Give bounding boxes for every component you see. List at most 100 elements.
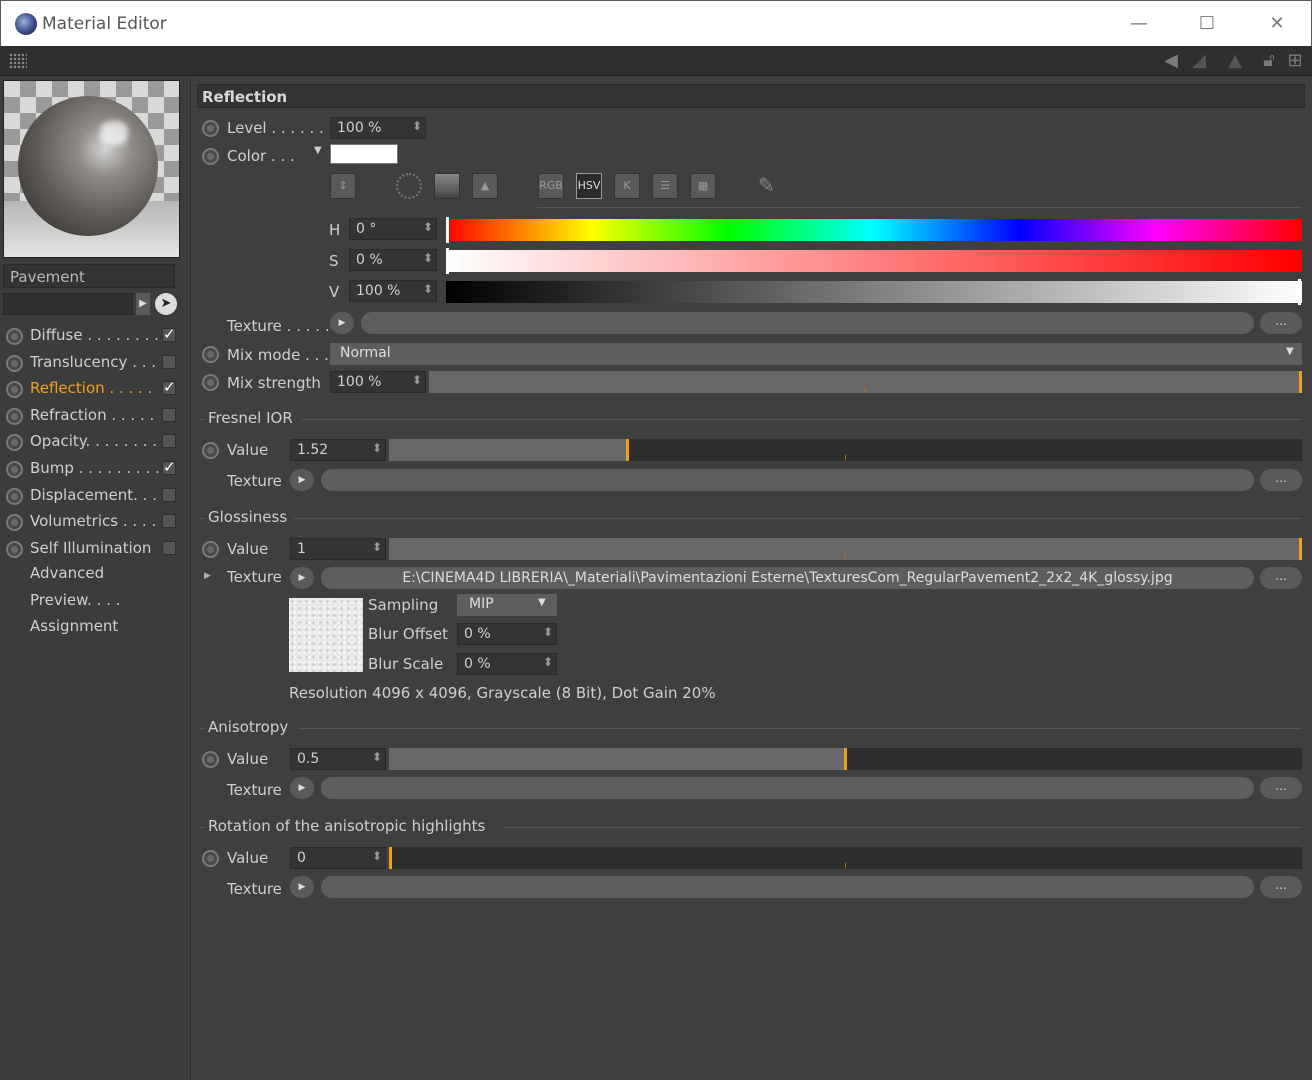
color-swatch[interactable]: [330, 144, 398, 164]
rotation-texture-field[interactable]: [321, 876, 1254, 898]
channel-checkbox[interactable]: [162, 354, 176, 369]
forward-arrow-icon[interactable]: ▲: [1224, 50, 1246, 72]
channel-radio[interactable]: [6, 434, 23, 452]
image-picker-icon[interactable]: ▲: [472, 173, 498, 199]
hue-slider-handle[interactable]: [446, 217, 449, 243]
mix-mode-select[interactable]: Normal: [330, 343, 1302, 365]
slider-handle[interactable]: [1299, 538, 1302, 560]
blur-scale-field[interactable]: 0 %: [457, 653, 557, 675]
glossiness-texture-play-icon[interactable]: ▶: [290, 567, 314, 589]
channel-checkbox[interactable]: [162, 540, 176, 555]
channel-item[interactable]: Bump . . . . . . . . . ✓: [4, 457, 182, 481]
value-field[interactable]: 100 %: [349, 280, 437, 302]
slider-handle[interactable]: [626, 439, 629, 461]
glossiness-value-field[interactable]: 1: [290, 538, 386, 560]
hsv-toggle[interactable]: HSV: [576, 173, 602, 199]
channel-checkbox[interactable]: [162, 407, 176, 422]
anisotropy-texture-browse-button[interactable]: ...: [1260, 777, 1302, 799]
slider-handle[interactable]: [1299, 371, 1302, 393]
hue-field[interactable]: 0 °: [349, 218, 437, 240]
fresnel-value-field[interactable]: 1.52: [290, 439, 386, 461]
anisotropy-texture-field[interactable]: [321, 777, 1254, 799]
minimize-button[interactable]: —: [1119, 9, 1159, 39]
mix-mode-animate-radio[interactable]: [202, 346, 219, 363]
channel-radio[interactable]: [6, 487, 23, 505]
texture-thumbnail[interactable]: [289, 598, 363, 672]
channel-checkbox[interactable]: ✓: [162, 380, 176, 396]
color-spectrum-box-icon[interactable]: [434, 173, 460, 199]
hue-slider[interactable]: [446, 219, 1302, 241]
level-field[interactable]: 100 %: [330, 117, 426, 139]
fresnel-texture-play-icon[interactable]: ▶: [290, 469, 314, 491]
rotation-slider[interactable]: [389, 847, 1302, 869]
channel-item[interactable]: Volumetrics . . . .: [4, 510, 182, 534]
up-arrow-icon[interactable]: ◢: [1188, 50, 1210, 72]
fresnel-texture-field[interactable]: [321, 469, 1254, 491]
channel-item[interactable]: Refraction . . . . .: [4, 404, 182, 428]
close-button[interactable]: ✕: [1257, 9, 1297, 39]
filter-arrow-icon[interactable]: ▶: [136, 293, 150, 315]
color-texture-field[interactable]: [361, 312, 1254, 334]
channel-item[interactable]: Self Illumination: [4, 537, 182, 561]
channel-item[interactable]: Translucency . . .: [4, 351, 182, 375]
color-spectrum-icon[interactable]: ⇕: [330, 173, 356, 199]
channel-radio[interactable]: [6, 540, 23, 558]
channel-item[interactable]: Opacity. . . . . . . .: [4, 430, 182, 454]
channel-radio[interactable]: [6, 514, 23, 532]
lock-icon[interactable]: 🔓︎: [1258, 50, 1280, 72]
channel-radio[interactable]: [6, 354, 23, 372]
channel-checkbox[interactable]: ✓: [162, 327, 176, 342]
level-animate-radio[interactable]: [202, 120, 219, 137]
fresnel-slider[interactable]: [389, 439, 1302, 461]
pick-cursor-icon[interactable]: ➤: [155, 293, 177, 315]
material-preview[interactable]: [3, 80, 180, 258]
expand-arrow-icon[interactable]: ▶: [204, 571, 211, 581]
channel-radio[interactable]: [6, 461, 23, 478]
fresnel-animate-radio[interactable]: [202, 442, 219, 459]
anisotropy-slider[interactable]: [389, 748, 1302, 770]
rotation-animate-radio[interactable]: [202, 850, 219, 867]
channel-checkbox[interactable]: ✓: [162, 460, 176, 475]
channel-item[interactable]: Reflection . . . . . ✓: [4, 377, 182, 401]
nav-assignment[interactable]: Assignment: [30, 617, 118, 635]
channel-radio[interactable]: [6, 407, 23, 425]
value-slider[interactable]: [446, 281, 1302, 303]
rotation-value-field[interactable]: 0: [290, 847, 386, 869]
color-wheel-icon[interactable]: [396, 173, 422, 199]
eyedropper-icon[interactable]: ✎: [758, 173, 775, 197]
color-texture-play-icon[interactable]: ▶: [330, 312, 354, 334]
filter-input[interactable]: [3, 293, 133, 315]
maximize-button[interactable]: ☐: [1187, 9, 1227, 39]
mix-strength-animate-radio[interactable]: [202, 374, 219, 391]
grip-icon[interactable]: [9, 53, 27, 69]
kelvin-toggle[interactable]: K: [614, 173, 640, 199]
anisotropy-texture-play-icon[interactable]: ▶: [290, 777, 314, 799]
channel-item[interactable]: Diffuse . . . . . . . . ✓: [4, 324, 182, 348]
sampling-chevron-down-icon[interactable]: ▼: [538, 597, 546, 608]
glossiness-animate-radio[interactable]: [202, 541, 219, 558]
channel-checkbox[interactable]: [162, 487, 176, 502]
saturation-slider[interactable]: [446, 250, 1302, 272]
anisotropy-animate-radio[interactable]: [202, 751, 219, 768]
glossiness-texture-browse-button[interactable]: ...: [1260, 567, 1302, 589]
glossiness-texture-path[interactable]: E:\CINEMA4D LIBRERIA\_Materiali\Paviment…: [321, 567, 1254, 589]
glossiness-slider[interactable]: [389, 538, 1302, 560]
nav-preview[interactable]: Preview. . . .: [30, 591, 120, 609]
fresnel-texture-browse-button[interactable]: ...: [1260, 469, 1302, 491]
channel-checkbox[interactable]: [162, 434, 176, 449]
color-dropdown-icon[interactable]: ▼: [314, 145, 322, 156]
swatches-icon[interactable]: ▦: [690, 173, 716, 199]
channel-checkbox[interactable]: [162, 514, 176, 529]
rgb-toggle[interactable]: RGB: [538, 173, 564, 199]
mix-strength-field[interactable]: 100 %: [330, 371, 426, 393]
saturation-field[interactable]: 0 %: [349, 249, 437, 271]
nav-advanced[interactable]: Advanced: [30, 564, 104, 582]
channel-radio[interactable]: [6, 328, 23, 345]
back-arrow-icon[interactable]: ◀: [1160, 50, 1182, 72]
channel-radio[interactable]: [6, 381, 23, 399]
mixer-sliders-icon[interactable]: ☰: [652, 173, 678, 199]
value-slider-handle[interactable]: [1298, 279, 1301, 305]
anisotropy-value-field[interactable]: 0.5: [290, 748, 386, 770]
slider-handle[interactable]: [844, 748, 847, 770]
color-texture-browse-button[interactable]: ...: [1260, 312, 1302, 334]
